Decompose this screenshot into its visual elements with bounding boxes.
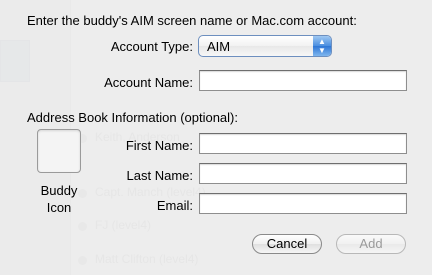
buddy-icon-label: Icon [46, 200, 72, 215]
account-name-label: Account Name: [104, 75, 193, 90]
add-button[interactable]: Add [336, 234, 406, 254]
popup-arrows-icon: ▲ ▼ [313, 36, 331, 56]
account-type-value: AIM [207, 39, 231, 54]
cancel-button[interactable]: Cancel [252, 234, 322, 254]
account-type-label: Account Type: [110, 39, 193, 54]
last-name-label: Last Name: [126, 168, 193, 183]
first-name-label: First Name: [125, 138, 193, 153]
dialog-prompt: Enter the buddy's AIM screen name or Mac… [27, 13, 357, 28]
account-name-field[interactable] [199, 70, 407, 91]
address-book-heading: Address Book Information (optional): [27, 110, 238, 125]
first-name-field[interactable] [199, 133, 407, 154]
buddy-icon-well[interactable] [37, 129, 81, 173]
account-type-popup[interactable]: AIM ▲ ▼ [198, 35, 332, 57]
email-field[interactable] [199, 193, 407, 214]
buddy-icon-label: Buddy [40, 183, 78, 198]
add-buddy-sheet: Enter the buddy's AIM screen name or Mac… [0, 0, 432, 275]
last-name-field[interactable] [199, 163, 407, 184]
email-label: Email: [156, 198, 193, 213]
